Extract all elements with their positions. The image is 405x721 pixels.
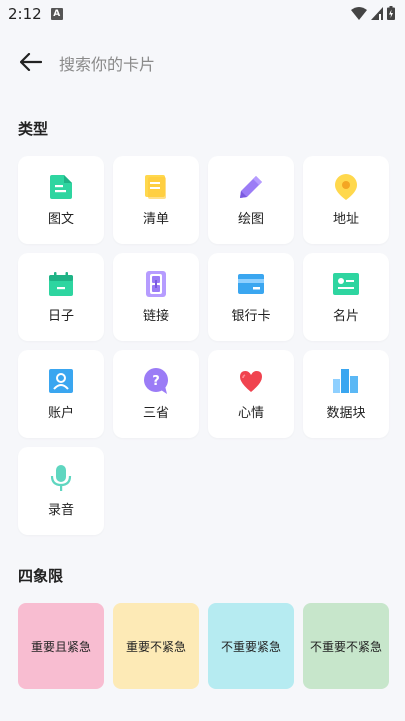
- status-bar: 2:12 A: [0, 0, 405, 28]
- card-type-address[interactable]: 地址: [303, 156, 389, 244]
- quadrant-grid: 重要且紧急 重要不紧急 不重要紧急 不重要不紧急: [18, 603, 389, 689]
- notification-icon: A: [50, 8, 63, 20]
- wifi-icon: [351, 5, 367, 24]
- types-grid: 图文 清单 绘图 地址 日子 链接 银行卡 名片 账户 ? 三省 心情 数据块 …: [18, 156, 389, 535]
- card-label: 三省: [142, 406, 169, 421]
- quadrant-important-urgent[interactable]: 重要且紧急: [18, 603, 104, 689]
- svg-text:?: ?: [152, 374, 160, 389]
- back-button[interactable]: [11, 44, 51, 84]
- question-bubble-icon: ?: [143, 368, 169, 394]
- card-type-data-block[interactable]: 数据块: [303, 350, 389, 438]
- quadrant-not-important-not-urgent[interactable]: 不重要不紧急: [303, 603, 389, 689]
- card-type-business-card[interactable]: 名片: [303, 253, 389, 341]
- battery-icon: [387, 5, 395, 24]
- card-label: 银行卡: [231, 309, 271, 324]
- quadrant-section-title: 四象限: [18, 567, 64, 585]
- document-icon: [48, 174, 74, 200]
- card-label: 链接: [142, 309, 169, 324]
- search-bar: [0, 40, 405, 88]
- business-card-icon: [333, 271, 359, 297]
- heart-icon: [238, 368, 264, 394]
- bar-chart-icon: [333, 368, 359, 394]
- card-label: 心情: [237, 406, 264, 421]
- card-type-document[interactable]: 图文: [18, 156, 104, 244]
- card-label: 绘图: [237, 212, 264, 227]
- pencil-icon: [238, 174, 264, 200]
- card-label: 数据块: [326, 406, 366, 421]
- account-icon: [48, 368, 74, 394]
- card-type-checklist[interactable]: 清单: [113, 156, 199, 244]
- card-label: 日子: [47, 309, 74, 324]
- card-type-reflection[interactable]: ? 三省: [113, 350, 199, 438]
- link-icon: [143, 271, 169, 297]
- types-section-title: 类型: [18, 120, 49, 138]
- card-label: 账户: [47, 406, 74, 421]
- card-type-recording[interactable]: 录音: [18, 447, 104, 535]
- microphone-icon: [48, 465, 74, 491]
- card-label: 名片: [332, 309, 359, 324]
- status-indicators: [351, 5, 395, 24]
- quadrant-important-not-urgent[interactable]: 重要不紧急: [113, 603, 199, 689]
- bank-card-icon: [238, 271, 264, 297]
- card-label: 清单: [142, 212, 169, 227]
- card-label: 地址: [332, 212, 359, 227]
- card-type-day[interactable]: 日子: [18, 253, 104, 341]
- card-type-drawing[interactable]: 绘图: [208, 156, 294, 244]
- card-type-link[interactable]: 链接: [113, 253, 199, 341]
- card-type-account[interactable]: 账户: [18, 350, 104, 438]
- card-label: 图文: [47, 212, 74, 227]
- card-type-mood[interactable]: 心情: [208, 350, 294, 438]
- search-input[interactable]: [59, 54, 359, 74]
- arrow-left-icon: [19, 52, 43, 75]
- location-pin-icon: [333, 174, 359, 200]
- card-label: 录音: [47, 503, 74, 518]
- quadrant-not-important-urgent[interactable]: 不重要紧急: [208, 603, 294, 689]
- status-time: 2:12: [8, 5, 42, 23]
- checklist-icon: [143, 174, 169, 200]
- signal-icon: [371, 5, 383, 24]
- calendar-icon: [48, 271, 74, 297]
- card-type-bank-card[interactable]: 银行卡: [208, 253, 294, 341]
